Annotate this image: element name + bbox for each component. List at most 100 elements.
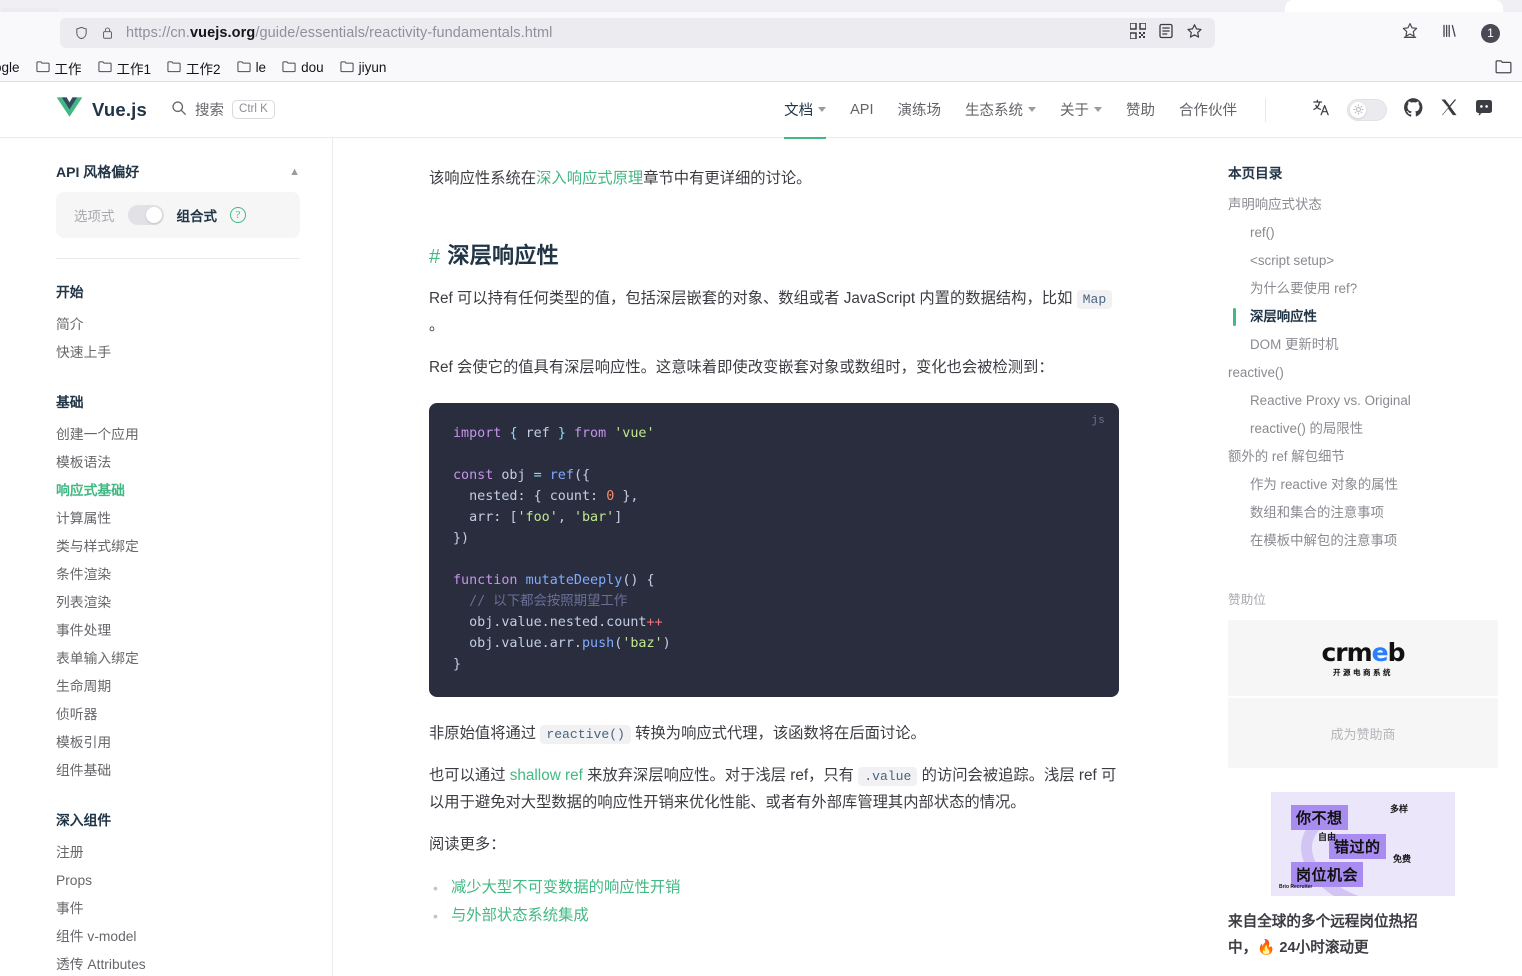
sidebar-item-component-basics[interactable]: 组件基础 <box>56 757 300 785</box>
question-circle-icon[interactable]: ? <box>230 207 246 223</box>
toc-item-ref-unwrapping[interactable]: 额外的 ref 解包细节 <box>1228 443 1498 471</box>
reader-view-icon[interactable] <box>1158 23 1174 43</box>
active-tab[interactable] <box>1285 0 1503 12</box>
sidebar-item-event-handling[interactable]: 事件处理 <box>56 617 300 645</box>
link-shallow-ref[interactable]: shallow ref <box>510 767 583 784</box>
nav-item-playground[interactable]: 演练场 <box>898 81 942 138</box>
toc-item-as-reactive-property[interactable]: 作为 reactive 对象的属性 <box>1228 471 1498 499</box>
bookmark-item[interactable]: ogle <box>0 57 26 78</box>
nav-item-ecosystem[interactable]: 生态系统 <box>965 81 1036 138</box>
toc-item-reactive-proxy-vs-original[interactable]: Reactive Proxy vs. Original <box>1228 387 1498 415</box>
nav-item-api[interactable]: API <box>850 84 873 136</box>
sidebar-item-forms[interactable]: 表单输入绑定 <box>56 645 300 673</box>
browser-toolbar-actions: 1 <box>1401 22 1510 45</box>
api-preference-header[interactable]: API 风格偏好 ▲ <box>56 158 300 192</box>
nav-item-sponsor[interactable]: 赞助 <box>1126 81 1155 138</box>
nav-item-partners[interactable]: 合作伙伴 <box>1179 81 1237 138</box>
shield-icon[interactable] <box>74 26 89 41</box>
vue-logo-icon <box>56 96 83 123</box>
sidebar-item-quickstart[interactable]: 快速上手 <box>56 339 300 367</box>
sidebar-item-reactivity-fundamentals[interactable]: 响应式基础 <box>56 477 300 505</box>
bookmarks-overflow-folder-icon[interactable] <box>1495 59 1512 77</box>
sidebar-item-list[interactable]: 列表渲染 <box>56 589 300 617</box>
bookmark-star-icon[interactable] <box>1186 23 1203 44</box>
link-reactivity-in-depth[interactable]: 深入响应式原理 <box>536 170 643 187</box>
api-pref-composition-label[interactable]: 组合式 <box>177 205 218 225</box>
para4-a: 也可以通过 <box>429 767 510 785</box>
bookmark-item[interactable]: 工作1 <box>92 55 158 81</box>
theme-toggle[interactable] <box>1347 98 1387 121</box>
sidebar-item-conditional[interactable]: 条件渲染 <box>56 561 300 589</box>
browser-chrome: https://cn.vuejs.org/guide/essentials/re… <box>0 0 1522 82</box>
account-icon[interactable]: 1 <box>1481 23 1500 43</box>
bookmark-item[interactable]: le <box>231 57 273 79</box>
discord-icon[interactable] <box>1474 97 1494 122</box>
sidebar-item-lifecycle[interactable]: 生命周期 <box>56 673 300 701</box>
sidebar-item-events[interactable]: 事件 <box>56 895 300 923</box>
become-sponsor-card[interactable]: 成为赞助商 <box>1228 698 1498 768</box>
para1-a: Ref 可以持有任何类型的值，包括深层嵌套的对象、数组或者 JavaScript… <box>429 290 1077 308</box>
nav-label: 赞助 <box>1126 103 1155 119</box>
bookmark-item[interactable]: jiyun <box>334 57 393 79</box>
toc-item-script-setup[interactable]: <script setup> <box>1228 247 1498 275</box>
nav-item-about[interactable]: 关于 <box>1060 81 1102 138</box>
toc-item-reactive[interactable]: reactive() <box>1228 359 1498 387</box>
sidebar-item-props[interactable]: Props <box>56 867 300 895</box>
bookmark-item[interactable]: dou <box>276 57 330 79</box>
site-brand[interactable]: Vue.js <box>56 96 147 123</box>
library-icon[interactable] <box>1441 22 1459 45</box>
sidebar-item-template-syntax[interactable]: 模板语法 <box>56 449 300 477</box>
lock-icon[interactable] <box>101 26 114 40</box>
api-pref-options-label[interactable]: 选项式 <box>74 205 115 225</box>
sidebar-item-class-style[interactable]: 类与样式绑定 <box>56 533 300 561</box>
toc-item-deep-reactivity[interactable]: 深层响应性 <box>1228 303 1498 331</box>
api-preference-switch[interactable] <box>127 205 164 225</box>
qr-code-icon[interactable] <box>1129 22 1147 43</box>
toc-item-reactive-limitations[interactable]: reactive() 的局限性 <box>1228 415 1498 443</box>
para4-b: 来放弃深层响应性。对于浅层 ref，只有 <box>582 767 859 785</box>
inline-code-value: .value <box>858 767 918 787</box>
translate-icon[interactable] <box>1312 98 1331 122</box>
sidebar-item-watchers[interactable]: 侦听器 <box>56 701 300 729</box>
nav-label: 文档 <box>784 103 814 119</box>
save-to-pocket-icon[interactable] <box>1401 22 1419 45</box>
link-external-state-systems[interactable]: 与外部状态系统集成 <box>451 907 589 924</box>
x-twitter-icon[interactable] <box>1440 98 1458 121</box>
sidebar-item-computed[interactable]: 计算属性 <box>56 505 300 533</box>
toc-item-dom-update-timing[interactable]: DOM 更新时机 <box>1228 331 1498 359</box>
github-icon[interactable] <box>1403 97 1424 123</box>
ad-card[interactable]: 你不想 错过的 岗位机会 多样 自由 免费 Brio Recruiter 来自全… <box>1228 792 1498 961</box>
search-button[interactable]: 搜索 Ctrl K <box>171 99 275 120</box>
toc-item-ref[interactable]: ref() <box>1228 219 1498 247</box>
sidebar-item-intro[interactable]: 简介 <box>56 311 300 339</box>
docs-sidebar: API 风格偏好 ▲ 选项式 组合式 ? 开始 简介 快速上手 基础 创建一个应… <box>0 138 333 976</box>
header-divider <box>1265 97 1266 122</box>
switch-knob <box>145 207 162 223</box>
nav-item-docs[interactable]: 文档 <box>784 81 827 139</box>
sidebar-item-v-model[interactable]: 组件 v-model <box>56 923 300 951</box>
nav-label: 合作伙伴 <box>1179 103 1237 119</box>
chevron-up-icon[interactable]: ▲ <box>289 166 300 178</box>
intro-text-before: 该响应性系统在 <box>429 170 537 187</box>
toc-item-declaring-state[interactable]: 声明响应式状态 <box>1228 191 1498 219</box>
link-reduce-reactivity-overhead[interactable]: 减少大型不可变数据的响应性开销 <box>451 879 680 896</box>
address-bar[interactable]: https://cn.vuejs.org/guide/essentials/re… <box>60 18 1215 48</box>
sidebar-item-registration[interactable]: 注册 <box>56 839 300 867</box>
ad-small-3-title: 免费 <box>1393 854 1412 864</box>
code-content[interactable]: import { ref } from 'vue' const obj = re… <box>453 423 1095 675</box>
sponsor-card-crmeb[interactable]: crmeb 开源电商系统 <box>1228 620 1498 696</box>
toc-item-why-ref[interactable]: 为什么要使用 ref? <box>1228 275 1498 303</box>
page-section-heading: # 深层响应性 <box>429 238 1158 270</box>
toc-item-template-unwrapping-caveats[interactable]: 在模板中解包的注意事项 <box>1228 527 1498 555</box>
url-path: /guide/essentials/reactivity-fundamental… <box>255 25 553 41</box>
toc-item-array-collection-caveats[interactable]: 数组和集合的注意事项 <box>1228 499 1498 527</box>
anchor-hash-icon[interactable]: # <box>429 246 440 268</box>
bookmark-item[interactable]: 工作2 <box>161 55 227 81</box>
sidebar-item-attrs[interactable]: 透传 Attributes <box>56 951 300 976</box>
sidebar-item-create-app[interactable]: 创建一个应用 <box>56 421 300 449</box>
code-language-label: js <box>1091 415 1105 428</box>
sidebar-item-template-refs[interactable]: 模板引用 <box>56 729 300 757</box>
ad-caption: 来自全球的多个远程岗位热招中，🔥 24小时滚动更 <box>1228 914 1418 956</box>
crmeb-part1: crm <box>1321 637 1372 667</box>
bookmark-item[interactable]: 工作 <box>30 55 88 81</box>
